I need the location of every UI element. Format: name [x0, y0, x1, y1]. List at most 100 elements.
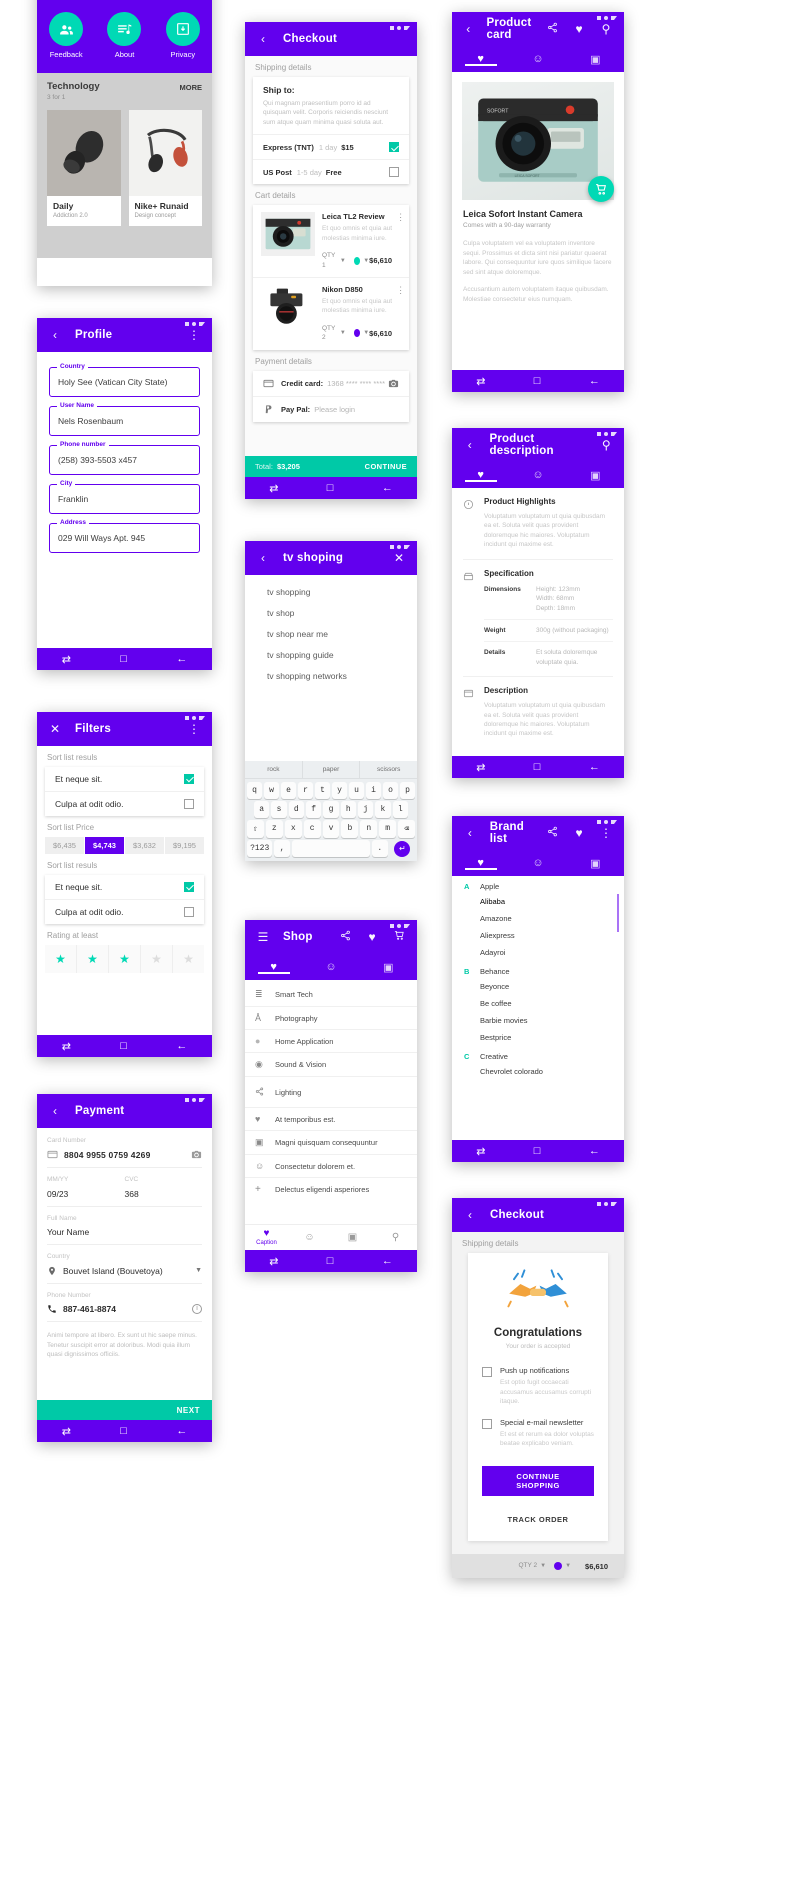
cart-icon[interactable]	[391, 930, 407, 944]
suggestion-item[interactable]: tv shop near me	[245, 623, 417, 644]
brand-item[interactable]: Alibaba	[452, 893, 624, 910]
key-z[interactable]: z	[265, 820, 283, 838]
paypal-row[interactable]: Pay Pal: Please login	[253, 397, 409, 422]
tab-account[interactable]: ☺	[509, 857, 566, 869]
heart-icon[interactable]: ♥	[364, 930, 380, 944]
more-vert-icon[interactable]: ⋮	[598, 826, 614, 840]
field-city[interactable]: City Franklin	[49, 480, 200, 514]
price-chip[interactable]: $9,195	[165, 837, 204, 854]
recents-icon[interactable]: ⇄	[62, 1425, 71, 1438]
key-i[interactable]: i	[366, 782, 381, 799]
suggestion-item[interactable]: tv shopping networks	[245, 665, 417, 686]
key-v[interactable]: v	[322, 820, 340, 838]
recents-icon[interactable]: ⇄	[62, 1040, 71, 1053]
close-icon[interactable]: ✕	[47, 722, 63, 736]
color-swatch[interactable]	[353, 256, 361, 265]
back-icon[interactable]: ←	[176, 1040, 187, 1052]
recents-icon[interactable]: ⇄	[476, 761, 485, 774]
chevron-down-icon[interactable]: ▼	[540, 1563, 546, 1569]
color-swatch[interactable]	[353, 329, 361, 338]
checkbox[interactable]	[184, 907, 194, 917]
brand-item[interactable]: Amazone	[452, 910, 624, 927]
list-item[interactable]: ▣ Magni quisquam consequuntur	[245, 1131, 417, 1155]
tab-calendar[interactable]: ▣	[360, 961, 417, 974]
suggestion-item[interactable]: tv shopping	[245, 581, 417, 602]
rating-star-5[interactable]: ★	[173, 945, 204, 973]
brand-item[interactable]: Bestprice	[452, 1029, 624, 1046]
rating-star-3[interactable]: ★	[109, 945, 141, 973]
key-y[interactable]: y	[332, 782, 347, 799]
chevron-left-icon[interactable]: ‹	[255, 32, 271, 46]
chevron-down-icon[interactable]: ▼	[340, 258, 346, 264]
recents-icon[interactable]: ⇄	[62, 653, 71, 666]
tab-favorites[interactable]: ♥	[452, 469, 509, 482]
list-item[interactable]: ♥ At temporibus est.	[245, 1108, 417, 1131]
home-icon[interactable]: □	[120, 653, 127, 665]
filter-option[interactable]: Culpa at odit odio.	[45, 900, 204, 924]
exp-value[interactable]: 09/23	[47, 1185, 125, 1206]
bottom-nav-item-caption[interactable]: ♥ Caption	[245, 1229, 288, 1247]
more-vert-icon[interactable]: ⋮	[186, 328, 202, 342]
share-icon[interactable]	[544, 22, 560, 36]
chevron-left-icon[interactable]: ‹	[255, 551, 271, 565]
recents-icon[interactable]: ⇄	[269, 1255, 278, 1268]
filter-option[interactable]: Culpa at odit odio.	[45, 792, 204, 816]
price-chip[interactable]: $3,632	[125, 837, 164, 854]
bottom-nav-item-search[interactable]: ⚲	[374, 1232, 417, 1243]
key-e[interactable]: e	[281, 782, 296, 799]
home-icon[interactable]: □	[327, 1255, 334, 1267]
share-icon[interactable]	[337, 930, 353, 944]
tab-favorites[interactable]: ♥	[245, 961, 302, 974]
brand-item[interactable]: Creative	[480, 1052, 508, 1061]
hamburger-icon[interactable]: ☰	[255, 930, 271, 944]
key-d[interactable]: d	[288, 801, 304, 818]
key-f[interactable]: f	[305, 801, 322, 818]
list-item[interactable]: ☺ Consectetur dolorem et.	[245, 1155, 417, 1178]
keyboard-suggestion[interactable]: paper	[303, 761, 361, 778]
cvc-value[interactable]: 368	[125, 1185, 203, 1206]
key-k[interactable]: k	[375, 801, 391, 818]
cart-item-qty[interactable]: QTY 1	[322, 251, 337, 270]
suggestion-item[interactable]: tv shop	[245, 602, 417, 623]
filter-option[interactable]: Et neque sit.	[45, 875, 204, 900]
tab-favorites[interactable]: ♥	[452, 857, 509, 870]
scrollbar[interactable]	[617, 894, 619, 932]
key-h[interactable]: h	[340, 801, 356, 818]
brand-item[interactable]: Apple	[480, 882, 499, 891]
more-vert-icon[interactable]: ⋮	[392, 212, 405, 270]
rating-star-2[interactable]: ★	[77, 945, 109, 973]
cart-item[interactable]: Nikon D850 Et quo omnis et quia aut mole…	[253, 278, 409, 350]
brand-item[interactable]: Adayroi	[452, 944, 624, 961]
key-p[interactable]: p	[400, 782, 415, 799]
field-username[interactable]: User Name Nels Rosenbaum	[49, 402, 200, 436]
key-b[interactable]: b	[341, 820, 359, 838]
chevron-left-icon[interactable]: ‹	[462, 1208, 478, 1222]
color-swatch[interactable]	[554, 1562, 563, 1570]
chevron-left-icon[interactable]: ‹	[47, 328, 63, 342]
product-card[interactable]: Nike+ Runaid Design concept	[128, 110, 202, 226]
more-vert-icon[interactable]: ⋮	[186, 722, 202, 736]
list-item[interactable]: + Delectus eligendi asperiores	[245, 1178, 417, 1201]
more-vert-icon[interactable]: ⋮	[392, 285, 405, 343]
list-item[interactable]: Å Photography	[245, 1007, 417, 1030]
rating-star-4[interactable]: ★	[141, 945, 173, 973]
info-icon[interactable]: i	[192, 1304, 202, 1315]
key-m[interactable]: m	[379, 820, 397, 838]
bottom-nav-item-calendar[interactable]: ▣	[331, 1232, 374, 1243]
tab-calendar[interactable]: ▣	[567, 857, 624, 870]
recents-icon[interactable]: ⇄	[476, 1145, 485, 1158]
backspace-icon[interactable]: ⌫	[398, 820, 416, 838]
chevron-down-icon[interactable]: ▼	[565, 1563, 571, 1569]
key-l[interactable]: l	[392, 801, 408, 818]
price-chip[interactable]: $4,743	[85, 837, 124, 854]
checkbox[interactable]	[184, 774, 194, 784]
key-x[interactable]: x	[284, 820, 302, 838]
key-c[interactable]: c	[303, 820, 321, 838]
key-n[interactable]: n	[360, 820, 378, 838]
track-order-button[interactable]: TRACK ORDER	[508, 1515, 569, 1524]
phone-row[interactable]: 887-461-8874 i	[47, 1300, 202, 1323]
shift-icon[interactable]: ⇧	[247, 820, 264, 838]
camera-icon[interactable]	[388, 378, 399, 389]
checkbox[interactable]	[389, 167, 399, 178]
key-comma[interactable]: ,	[274, 840, 290, 857]
